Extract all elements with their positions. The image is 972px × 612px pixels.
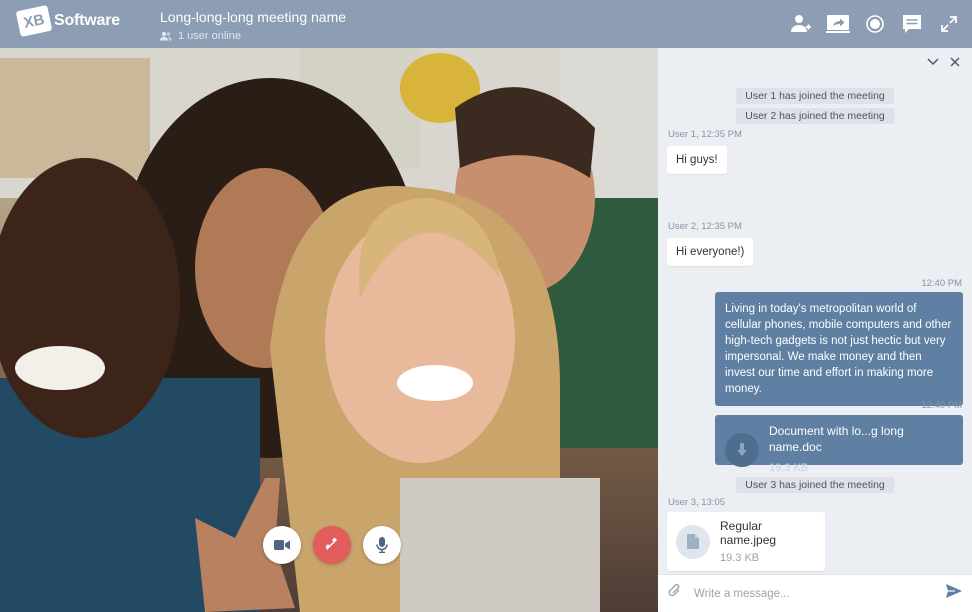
message-meta: User 3, 13:05 bbox=[668, 497, 726, 508]
hang-up-icon bbox=[325, 537, 337, 550]
logo: XB Software bbox=[15, 4, 120, 38]
call-controls bbox=[263, 526, 413, 564]
message-bubble: Hi everyone!) bbox=[667, 238, 754, 266]
hang-up-button[interactable] bbox=[313, 526, 351, 564]
add-user-icon[interactable] bbox=[788, 11, 814, 37]
send-icon[interactable] bbox=[946, 583, 962, 604]
chevron-down-icon[interactable] bbox=[922, 51, 944, 73]
message-bubble: Hi guys! bbox=[667, 146, 727, 174]
meeting-title: Long-long-long meeting name bbox=[160, 9, 347, 25]
video-feed[interactable] bbox=[0, 48, 658, 612]
download-icon[interactable] bbox=[725, 432, 759, 467]
chat-icon[interactable] bbox=[899, 11, 925, 37]
close-icon[interactable] bbox=[944, 51, 966, 73]
microphone-icon bbox=[376, 537, 388, 553]
users-icon bbox=[160, 31, 172, 41]
logo-badge: XB bbox=[15, 4, 53, 38]
message-meta: User 2, 12:35 PM bbox=[668, 221, 742, 232]
meeting-info: Long-long-long meeting name 1 user onlin… bbox=[160, 9, 346, 42]
message-bubble-outgoing: Living in today's metropolitan world of … bbox=[715, 292, 963, 406]
chat-panel: User 1 has joined the meeting User 2 has… bbox=[658, 48, 972, 612]
app-header: XB Software Long-long-long meeting name … bbox=[0, 0, 972, 48]
file-name: Regular name.jpeg bbox=[720, 519, 777, 547]
online-status-text: 1 user online bbox=[178, 30, 241, 42]
camera-icon bbox=[274, 540, 290, 550]
header-toolbar bbox=[777, 0, 962, 48]
file-size: 19.3 KB bbox=[769, 462, 809, 474]
fullscreen-icon[interactable] bbox=[936, 11, 962, 37]
message-meta: 12:40 PM bbox=[921, 400, 962, 411]
microphone-button[interactable] bbox=[363, 526, 401, 564]
system-message: User 2 has joined the meeting bbox=[736, 108, 894, 124]
message-meta: User 1, 12:35 PM bbox=[668, 129, 742, 140]
attach-icon[interactable] bbox=[668, 583, 682, 604]
system-message: User 3 has joined the meeting bbox=[736, 477, 894, 493]
message-meta: 12:40 PM bbox=[921, 278, 962, 289]
file-message-outgoing[interactable]: Document with lo...g long name.doc 19.3 … bbox=[715, 415, 963, 474]
message-input[interactable] bbox=[694, 587, 946, 600]
record-icon[interactable] bbox=[862, 11, 888, 37]
system-message: User 1 has joined the meeting bbox=[736, 88, 894, 104]
file-size: 19.3 KB bbox=[720, 552, 760, 564]
file-name: Document with lo...g long name.doc bbox=[769, 424, 904, 454]
share-screen-icon[interactable] bbox=[825, 11, 851, 37]
online-status: 1 user online bbox=[160, 30, 346, 42]
file-message-incoming[interactable]: Regular name.jpeg 19.3 KB bbox=[667, 512, 825, 571]
file-icon[interactable] bbox=[676, 524, 710, 559]
chat-panel-controls bbox=[658, 48, 972, 76]
camera-button[interactable] bbox=[263, 526, 301, 564]
logo-text: Software bbox=[54, 12, 120, 29]
message-composer bbox=[658, 574, 972, 612]
